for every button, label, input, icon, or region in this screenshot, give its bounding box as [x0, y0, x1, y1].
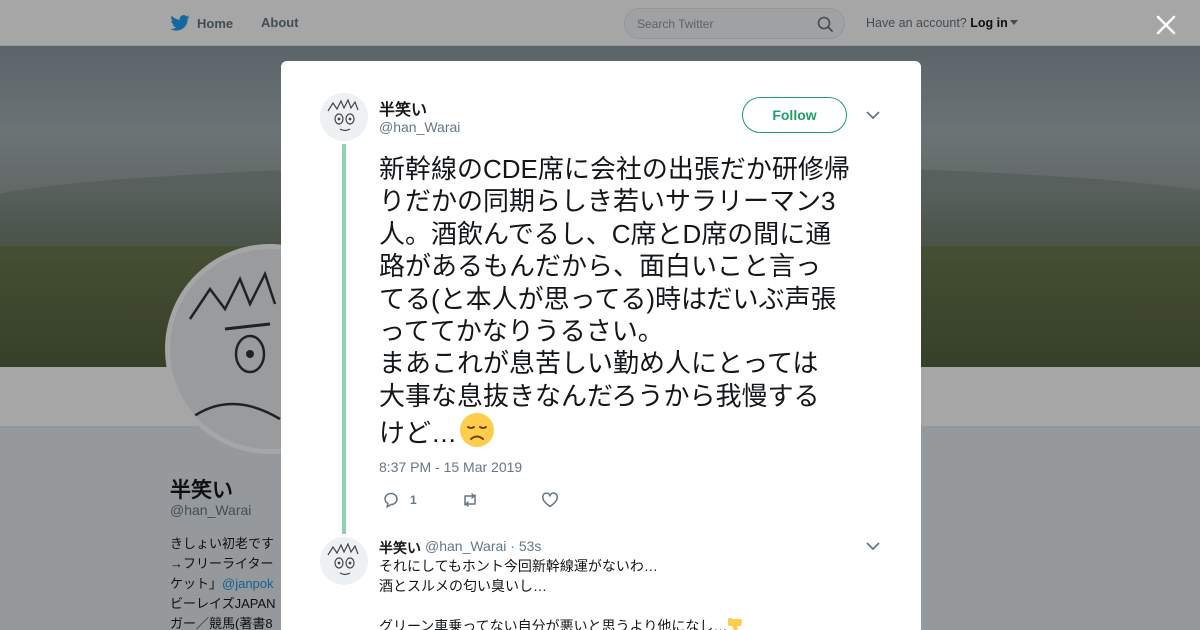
like-button[interactable]: [541, 491, 559, 509]
tweet-text-line: けど…: [379, 412, 889, 449]
avatar[interactable]: [320, 93, 368, 141]
reply-button[interactable]: 1: [382, 491, 417, 509]
disappointed-face-emoji: [460, 413, 495, 448]
thread-connector-line: [342, 144, 346, 534]
reply-author-handle[interactable]: @han_Warai: [425, 538, 506, 554]
tweet-text-line: 新幹線のCDE席に会社の出張だか研修帰: [379, 154, 850, 184]
tweet-text-line: まあこれが息苦しい勤め人にとっては: [379, 348, 819, 379]
tweet-text-line: 路があるもんだから、面白いこと言っ: [379, 251, 822, 282]
reply-time[interactable]: 53s: [519, 538, 542, 554]
close-icon[interactable]: [1153, 12, 1179, 38]
tweet-text-line: 人。酒飲んでるし、C席とD席の間に通: [379, 218, 832, 249]
tweet-timestamp[interactable]: 8:37 PM - 15 Mar 2019: [379, 459, 522, 475]
follow-button[interactable]: Follow: [742, 97, 847, 133]
tweet-text-line: りだかの同期らしき若いサラリーマン3: [379, 186, 836, 217]
reply-count: 1: [410, 493, 417, 507]
tweet-text-line: っててかなりうるさい。: [379, 316, 664, 347]
reply-icon: [384, 492, 398, 508]
reply-text-line: 酒とスルメの匂い臭いし…: [379, 578, 547, 594]
sketch-face-icon: [320, 537, 368, 585]
retweet-button[interactable]: [461, 491, 479, 509]
tweet-text: 新幹線のCDE席に会社の出張だか研修帰 りだかの同期らしき若いサラリーマン3 人…: [379, 153, 889, 450]
chevron-down-icon[interactable]: [866, 542, 880, 551]
avatar[interactable]: [320, 537, 368, 585]
chevron-down-icon[interactable]: [866, 111, 880, 120]
tweet-text-line: 大事な息抜きなんだろうから我慢する: [379, 380, 820, 411]
tweet-author-handle[interactable]: @han_Warai: [379, 119, 460, 135]
reply-author-meta: @han_Warai · 53s: [425, 538, 541, 554]
reply-author-name[interactable]: 半笑い: [379, 538, 421, 558]
sketch-face-icon: [320, 93, 368, 141]
meta-separator: ·: [510, 538, 515, 554]
heart-icon: [542, 492, 558, 508]
tweet-author-name[interactable]: 半笑い: [379, 96, 427, 120]
retweet-icon: [464, 493, 476, 507]
tweet-modal: 半笑い @han_Warai Follow 新幹線のCDE席に会社の出張だか研修…: [281, 61, 921, 630]
tweet-text-line: てる(と本人が思ってる)時はだいぶ声張: [379, 283, 837, 314]
reply-text-line: グリーン車乗ってない自分が悪いと思うより他になし…: [379, 616, 799, 630]
thumbs-down-emoji: [728, 618, 743, 630]
reply-text: それにしてもホント今回新幹線運がないわ… 酒とスルメの匂い臭いし… グリーン車乗って…: [379, 556, 799, 630]
reply-text-line: それにしてもホント今回新幹線運がないわ…: [379, 558, 658, 574]
